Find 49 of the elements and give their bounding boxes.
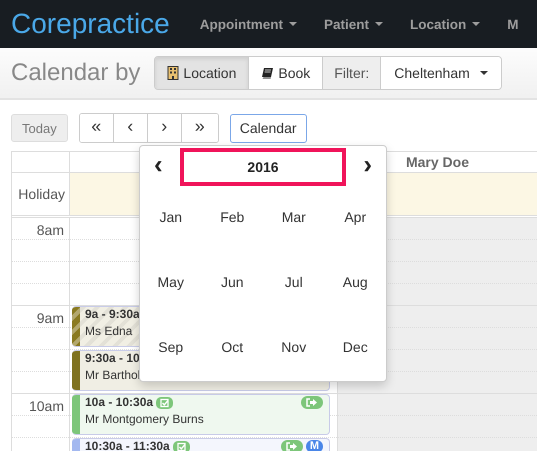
patient-name: Mr Barthol <box>85 368 140 382</box>
month-button[interactable]: Aug <box>324 249 386 314</box>
month-button[interactable]: Apr <box>324 184 386 249</box>
column-header: Mary Doe <box>406 154 470 170</box>
nav-arrow-button[interactable]: « <box>80 114 114 142</box>
patient-name: Mr Montgomery Burns <box>85 412 204 426</box>
month-button[interactable]: Jan <box>140 184 202 249</box>
page-title: Calendar by <box>11 59 140 87</box>
month-button[interactable]: Sep <box>140 314 202 379</box>
appointment-time: 10:30a - 11:30a <box>85 440 170 451</box>
month-button[interactable]: May <box>140 249 202 314</box>
month-button[interactable]: Dec <box>324 314 386 379</box>
checkbox-icon <box>156 396 174 408</box>
calendar-button[interactable]: Calendar <box>230 114 307 142</box>
nav-menu[interactable]: Location <box>410 16 480 32</box>
row-label: Holiday <box>18 186 65 202</box>
letter-badge: M <box>306 440 323 451</box>
caret-icon <box>480 71 488 75</box>
nav-menu[interactable]: Appointment <box>200 16 297 32</box>
nav-menu[interactable]: M <box>507 16 518 32</box>
time-label: 10am <box>28 398 64 414</box>
book-icon <box>261 67 274 79</box>
time-label: 8am <box>36 222 64 238</box>
view-button[interactable]: Book <box>249 57 324 89</box>
month-button[interactable]: Mar <box>263 184 324 249</box>
appointment-time: 10a - 10:30a <box>85 396 154 409</box>
month-button[interactable]: Jul <box>263 249 324 314</box>
previous-year-button[interactable]: ‹ <box>150 149 167 184</box>
filter-label: Filter: <box>323 57 382 89</box>
view-button[interactable]: Location <box>155 57 250 89</box>
month-button[interactable]: Nov <box>263 314 324 379</box>
year-label: 2016 <box>180 148 346 186</box>
nav-menu[interactable]: Patient <box>324 16 383 32</box>
filter-dropdown[interactable]: Cheltenham <box>381 57 501 89</box>
brand-logo[interactable]: Corepractice <box>11 8 170 40</box>
building-icon <box>167 66 180 80</box>
appointment-time: 9:30a - 10 <box>85 352 140 365</box>
appointment-time: 9a - 9:30a <box>85 308 140 321</box>
checkbox-icon <box>172 440 190 451</box>
appointment-card[interactable]: 10:30a - 11:30a M <box>72 438 330 451</box>
month-button[interactable]: Jun <box>202 249 263 314</box>
month-button[interactable]: Oct <box>202 314 263 379</box>
appointment-card[interactable]: 10a - 10:30a Mr Montgomery Burns <box>72 394 330 435</box>
time-label: 9am <box>36 310 64 326</box>
exit-icon <box>280 440 303 451</box>
next-year-button[interactable]: › <box>359 149 376 184</box>
month-button[interactable]: Feb <box>202 184 263 249</box>
patient-name: Ms Edna <box>85 324 132 338</box>
exit-icon <box>301 396 323 409</box>
